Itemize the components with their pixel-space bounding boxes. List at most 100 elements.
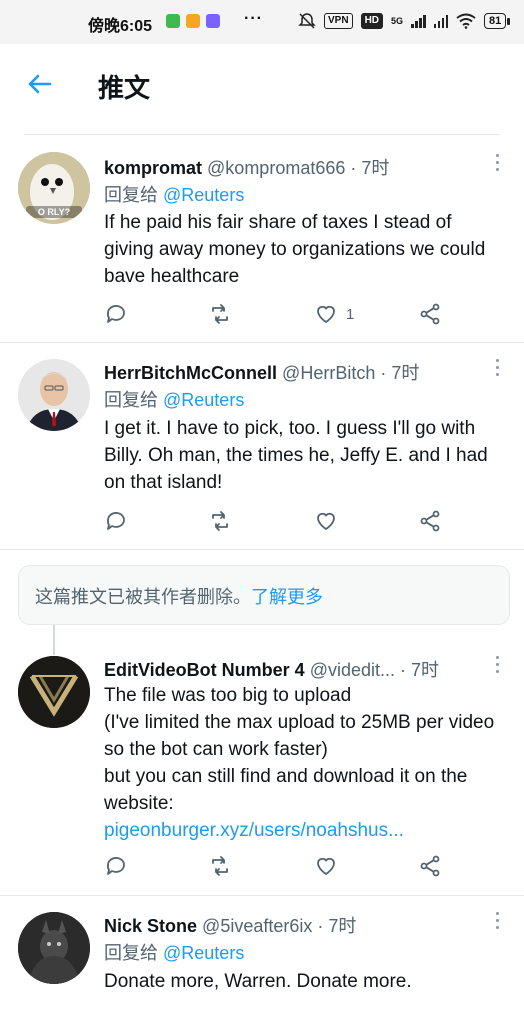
tweet[interactable]: Nick Stone @5iveafter6ix · 7时 回复给 @Reute… — [0, 896, 524, 1019]
reply-button[interactable] — [104, 302, 128, 326]
notification-icons — [166, 14, 220, 28]
reply-prefix: 回复给 — [104, 390, 158, 410]
status-bar: 傍晚6:05 ··· VPN HD 5G 81 — [0, 0, 524, 44]
app-notification-icon — [166, 14, 180, 28]
reply-context: 回复给 @Reuters — [104, 939, 244, 965]
reply-mention-link[interactable]: @Reuters — [163, 185, 244, 205]
vpn-icon: VPN — [324, 13, 353, 29]
display-name[interactable]: EditVideoBot Number 4 — [104, 660, 305, 680]
user-handle[interactable]: @5iveafter6ix — [202, 916, 312, 936]
share-button[interactable] — [418, 509, 442, 533]
reply-icon — [106, 857, 125, 875]
heart-icon — [317, 857, 335, 875]
avatar[interactable] — [18, 656, 90, 728]
display-name[interactable]: kompromat — [104, 158, 202, 178]
tweet-header: Nick Stone @5iveafter6ix · 7时 — [104, 912, 356, 938]
tweet-header: HerrBitchMcConnell @HerrBitch · 7时 — [104, 359, 419, 385]
app-notification-icon — [206, 14, 220, 28]
tweet-actions — [104, 854, 464, 882]
reply-context: 回复给 @Reuters — [104, 181, 244, 207]
tweet-header: kompromat @kompromat666 · 7时 — [104, 154, 389, 180]
tweet-actions — [104, 509, 464, 537]
tweet-text: I get it. I have to pick, too. I guess I… — [104, 418, 488, 493]
battery-icon: 81 — [484, 13, 511, 29]
deleted-tweet-notice: 这篇推文已被其作者删除。了解更多 — [18, 565, 510, 625]
tweet-text: Donate more, Warren. Donate more. — [104, 971, 412, 992]
status-right: VPN HD 5G 81 — [298, 12, 511, 30]
divider — [24, 134, 500, 135]
like-button[interactable] — [314, 509, 338, 533]
tweet-time[interactable]: 7时 — [361, 158, 389, 178]
retweet-button[interactable] — [208, 854, 232, 878]
tweet-time[interactable]: 7时 — [411, 660, 439, 680]
tweet-header: EditVideoBot Number 4 @videdit... · 7时 — [104, 656, 439, 682]
reply-button[interactable] — [104, 854, 128, 878]
tweet-text-line: but you can still find and download it o… — [104, 766, 468, 814]
silent-bell-icon — [298, 13, 316, 29]
retweet-button[interactable] — [208, 302, 232, 326]
website-link[interactable]: pigeonburger.xyz/users/noahshus... — [104, 817, 504, 844]
more-options-icon[interactable] — [494, 656, 500, 676]
user-handle[interactable]: @HerrBitch — [282, 363, 375, 383]
tweet-time-separator: · — [350, 158, 362, 178]
like-button[interactable] — [314, 854, 338, 878]
owl-avatar-image: O RLY? — [18, 152, 90, 224]
tweet[interactable]: HerrBitchMcConnell @HerrBitch · 7时 回复给 @… — [0, 343, 524, 550]
display-name[interactable]: HerrBitchMcConnell — [104, 363, 277, 383]
retweet-icon — [212, 304, 228, 324]
share-button[interactable] — [418, 854, 442, 878]
reply-context: 回复给 @Reuters — [104, 386, 244, 412]
reply-prefix: 回复给 — [104, 185, 158, 205]
tweet-text: The file was too big to upload (I've lim… — [104, 682, 504, 844]
more-options-icon[interactable] — [494, 154, 500, 174]
retweet-button[interactable] — [208, 509, 232, 533]
avatar[interactable] — [18, 912, 90, 984]
dark-creature-avatar-image — [18, 912, 90, 984]
page-header: 推文 — [0, 44, 524, 122]
reply-mention-link[interactable]: @Reuters — [163, 943, 244, 963]
retweet-icon — [212, 511, 228, 531]
tweet-time-separator: · — [380, 363, 392, 383]
network-type-label: 5G — [391, 15, 404, 26]
user-handle[interactable]: @kompromat666 — [207, 158, 345, 178]
more-notifications-icon: ··· — [244, 10, 263, 27]
user-handle[interactable]: @videdit... — [310, 660, 395, 680]
share-icon — [420, 303, 440, 325]
tweet-actions: 1 — [104, 302, 464, 330]
more-options-icon[interactable] — [494, 912, 500, 932]
reply-mention-link[interactable]: @Reuters — [163, 390, 244, 410]
status-time: 傍晚6:05 — [88, 18, 153, 35]
retweet-icon — [212, 856, 228, 876]
back-arrow-icon[interactable] — [26, 70, 54, 98]
share-button[interactable] — [418, 302, 442, 326]
share-icon — [420, 510, 440, 532]
page-title: 推文 — [98, 73, 151, 103]
deleted-message: 这篇推文已被其作者删除。 — [35, 587, 251, 607]
man-in-suit-avatar-image — [18, 359, 90, 431]
learn-more-link[interactable]: 了解更多 — [251, 587, 323, 607]
tweet-time[interactable]: 7时 — [328, 916, 356, 936]
like-button[interactable]: 1 — [314, 302, 354, 326]
tweet[interactable]: EditVideoBot Number 4 @videdit... · 7时 T… — [0, 640, 524, 896]
heart-icon — [317, 512, 335, 530]
wifi-icon — [456, 13, 476, 29]
tweet-time[interactable]: 7时 — [391, 363, 419, 383]
hd-icon: HD — [360, 13, 384, 29]
tweet-text-line: (I've limited the max upload to 25MB per… — [104, 712, 495, 760]
tweet-time-separator: · — [400, 660, 412, 680]
deleted-notice-text: 这篇推文已被其作者删除。了解更多 — [35, 583, 323, 609]
avatar[interactable] — [18, 359, 90, 431]
reply-button[interactable] — [104, 509, 128, 533]
tweet[interactable]: O RLY? kompromat @kompromat666 · 7时 回复给 … — [0, 136, 524, 343]
reply-icon — [106, 305, 125, 323]
reply-prefix: 回复给 — [104, 943, 158, 963]
avatar[interactable]: O RLY? — [18, 152, 90, 224]
heart-icon — [317, 305, 335, 323]
tweet-text: If he paid his fair share of taxes I ste… — [104, 212, 486, 287]
tweet-text-line: The file was too big to upload — [104, 685, 352, 706]
display-name[interactable]: Nick Stone — [104, 916, 197, 936]
bot-logo-avatar-image — [18, 656, 90, 728]
more-options-icon[interactable] — [494, 359, 500, 379]
signal-icon — [411, 14, 426, 28]
reply-icon — [106, 512, 125, 530]
